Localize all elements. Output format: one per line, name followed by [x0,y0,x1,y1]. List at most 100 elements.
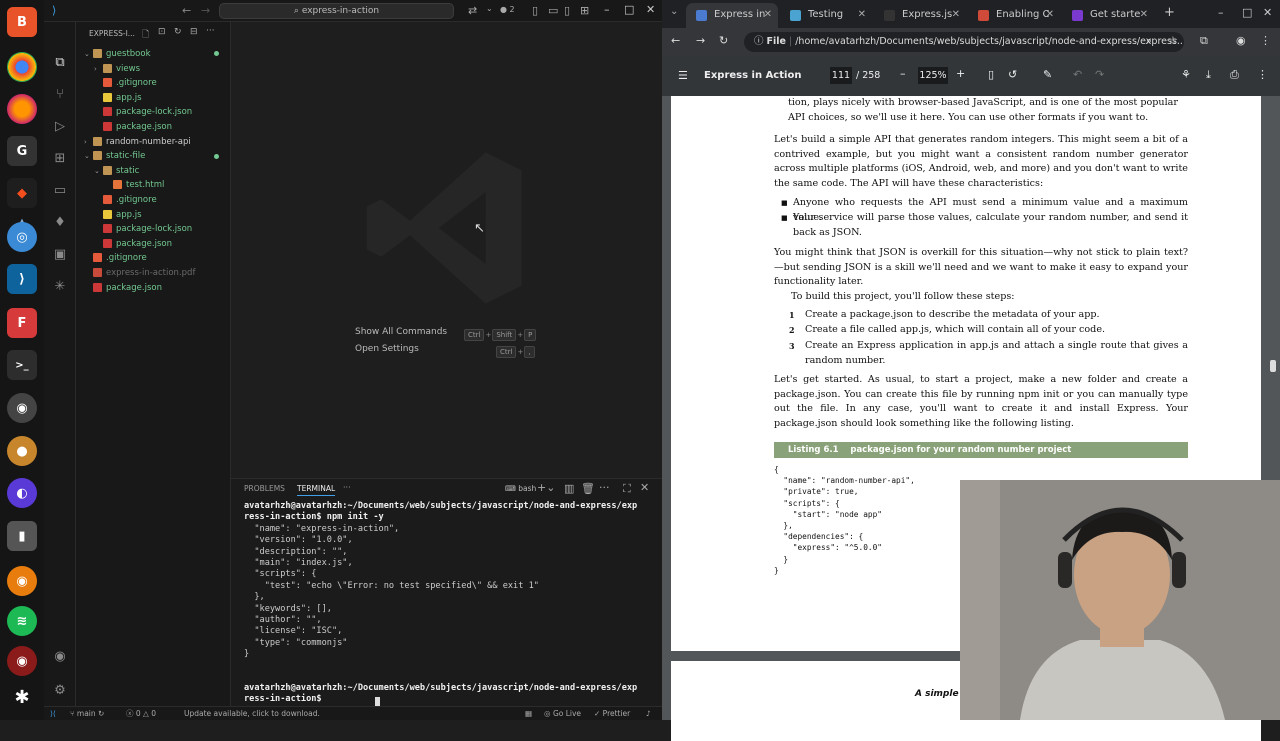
firefox-icon[interactable] [7,94,37,124]
run-debug-icon[interactable]: ▷ [51,118,69,136]
tab-search-icon[interactable]: ⌄ [670,6,678,17]
tree-item[interactable]: package-lock.json [94,105,192,119]
fit-page-icon[interactable]: ▯ [988,68,994,81]
mongodb-leaf-icon[interactable]: ♦ [51,214,69,232]
panel-more-icon[interactable]: ··· [343,483,351,492]
new-tab-button[interactable]: + [1164,5,1175,20]
chrome-icon[interactable] [7,52,37,82]
vscode-icon[interactable]: ⟩ [7,264,37,294]
go-live-button[interactable]: ◎ Go Live [544,707,581,720]
ai-icon[interactable]: ⚘ [1181,68,1191,81]
tab-0[interactable]: Express in ✕ [686,3,778,28]
minimize-icon[interactable]: – [604,3,610,16]
annotate-icon[interactable]: ✎ [1043,68,1052,81]
forward-arrow-icon[interactable]: → [201,4,210,17]
remote-icon[interactable]: ▭ [51,182,69,200]
layout-panel-icon[interactable]: ▭ [548,4,558,17]
close-icon[interactable]: ✕ [646,3,655,16]
minimize-icon[interactable]: – [1218,6,1224,19]
eye-app-icon[interactable]: ◉ [7,646,37,676]
more-actions-icon[interactable]: ··· [206,26,215,36]
tree-item[interactable]: ⌄ static-file [84,149,145,163]
maximize-icon[interactable]: □ [624,3,634,16]
tree-item[interactable]: ⌄ guestbook [84,47,151,61]
terminal-icon[interactable]: >_ [7,350,37,380]
layout-secondary-icon[interactable]: ▯ [564,4,570,17]
prettier-status[interactable]: ✓ Prettier [594,707,630,720]
proton-icon[interactable]: ◐ [7,478,37,508]
files-icon[interactable]: ▮ [7,521,37,551]
problems-status[interactable]: ⓧ 0 △ 0 [126,707,156,720]
copilot-icon[interactable]: ⇄ [468,4,477,17]
collapse-all-icon[interactable]: ⊟ [190,27,198,37]
explorer-icon[interactable]: ⧉ [51,54,69,72]
tree-item[interactable]: › views [94,62,140,76]
tree-item[interactable]: .gitignore [84,251,147,265]
extensions-icon[interactable]: ⊞ [51,150,69,168]
tab-3[interactable]: Enabling C ✕ [968,3,1060,28]
page-number-input[interactable]: 111 [830,67,852,84]
new-folder-icon[interactable]: ⊡ [158,27,166,37]
ai-chat-icon[interactable]: ✳ [51,278,69,296]
chevron-down-icon[interactable]: ⌄ [486,4,493,13]
vscodium-icon[interactable]: ◎ [7,222,37,252]
tree-item[interactable]: ⌄ static [94,164,139,178]
figma-icon[interactable]: ◆ [7,178,37,208]
tree-item[interactable]: app.js [94,91,142,105]
forward-arrow-icon[interactable]: → [696,34,705,47]
spotify-icon[interactable]: ≋ [7,606,37,636]
close-tab-icon[interactable]: ✕ [858,3,866,27]
dog-app-icon[interactable]: ● [7,436,37,466]
open-settings-label[interactable]: Open Settings [355,344,419,354]
tree-item[interactable]: test.html [104,178,164,192]
customize-layout-icon[interactable]: ⊞ [580,4,589,17]
close-tab-icon[interactable]: ✕ [1140,3,1148,27]
branch-status[interactable]: ⑂ main ↻ [70,707,104,720]
extensions-icon[interactable]: ⧉ [1200,34,1208,48]
source-control-icon[interactable]: ⑂ [51,86,69,104]
rotate-icon[interactable]: ↺ [1008,68,1017,81]
print-icon[interactable]: ⎙ [1230,68,1239,82]
tab-2[interactable]: Express.js ✕ [874,3,966,28]
reload-icon[interactable]: ↻ [719,34,728,47]
panel-more-actions-icon[interactable]: ··· [599,481,610,494]
redo-icon[interactable]: ↷ [1095,68,1104,81]
notification-badge[interactable]: ● 2 [500,5,515,14]
obs-icon[interactable]: ◉ [7,393,37,423]
tree-item[interactable]: .gitignore [94,193,157,207]
split-terminal-icon[interactable]: ▥ [564,482,574,495]
tree-item[interactable]: package.json [94,237,172,251]
pdf-menu-icon[interactable]: ☰ [678,69,688,82]
trash-icon[interactable]: 🗑 [581,482,595,495]
address-bar[interactable]: ⓘ File | /home/avatarhzh/Documents/web/s… [744,32,1184,52]
layout-sidebar-icon[interactable]: ▯ [532,4,538,17]
containers-icon[interactable]: ▣ [51,246,69,264]
download-icon[interactable]: ⤓ [1206,68,1211,82]
zoom-icon[interactable]: ⌕ [1146,34,1152,48]
scrollbar-thumb[interactable] [1270,360,1276,372]
manage-gear-icon[interactable]: ⚙ [51,682,69,700]
close-tab-icon[interactable]: ✕ [1046,3,1054,27]
zoom-out-icon[interactable]: – [900,67,906,80]
close-icon[interactable]: ✕ [1263,6,1272,19]
apps-grid-icon[interactable]: ✱ [7,682,37,712]
zoom-in-icon[interactable]: + [956,67,965,80]
pdf-more-icon[interactable]: ⋮ [1257,68,1268,81]
show-all-commands-label[interactable]: Show All Commands [355,327,447,337]
back-arrow-icon[interactable]: ← [182,4,191,17]
refresh-icon[interactable]: ↻ [174,27,182,37]
new-file-icon[interactable]: 🗋 [142,27,149,43]
layout-icon[interactable]: ▦ [525,707,532,720]
tree-item[interactable]: express-in-action.pdf [84,266,195,280]
tab-problems[interactable]: PROBLEMS [244,484,285,493]
profile-icon[interactable]: ◉ [1236,34,1246,47]
tab-terminal[interactable]: TERMINAL [297,484,336,496]
tree-item[interactable]: app.js [94,208,142,222]
terminal-shell-label[interactable]: ⌨ bash [505,484,536,493]
bell-icon[interactable]: ♪ [646,707,651,720]
back-arrow-icon[interactable]: ← [671,34,680,47]
command-center[interactable]: ⌕ express-in-action [219,3,454,19]
new-terminal-icon[interactable]: +⌄ [537,481,555,494]
close-tab-icon[interactable]: ✕ [764,3,772,27]
tab-4[interactable]: Get starte ✕ [1062,3,1154,28]
